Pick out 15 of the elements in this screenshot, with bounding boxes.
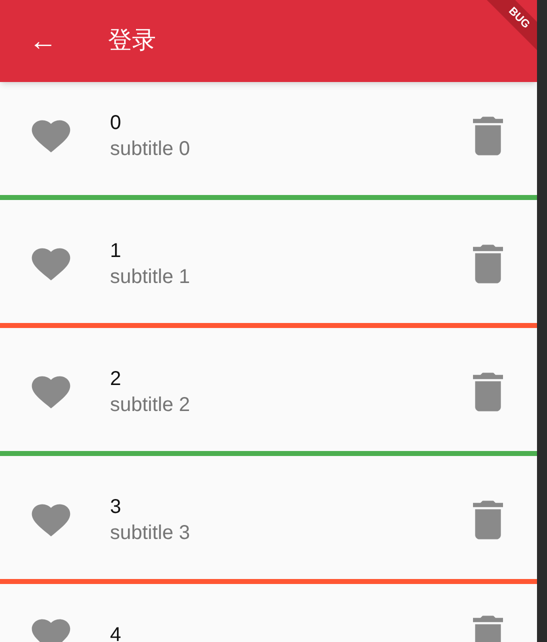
trash-icon[interactable] [473, 372, 503, 412]
back-button[interactable]: ← [28, 27, 58, 55]
page-title: 登录 [108, 26, 156, 56]
item-title: 1 [110, 239, 122, 264]
item-title: 3 [110, 495, 122, 520]
trash-icon[interactable] [473, 116, 503, 156]
trash-icon[interactable] [473, 244, 503, 284]
item-subtitle: subtitle 3 [110, 521, 192, 546]
item-title: 0 [110, 111, 122, 136]
item-subtitle: subtitle 1 [110, 265, 192, 290]
trash-icon[interactable] [473, 500, 503, 540]
item-subtitle: subtitle 0 [110, 137, 192, 162]
item-title: 2 [110, 367, 122, 392]
item-title: 4 [110, 623, 122, 642]
item-subtitle: subtitle 2 [110, 393, 192, 418]
